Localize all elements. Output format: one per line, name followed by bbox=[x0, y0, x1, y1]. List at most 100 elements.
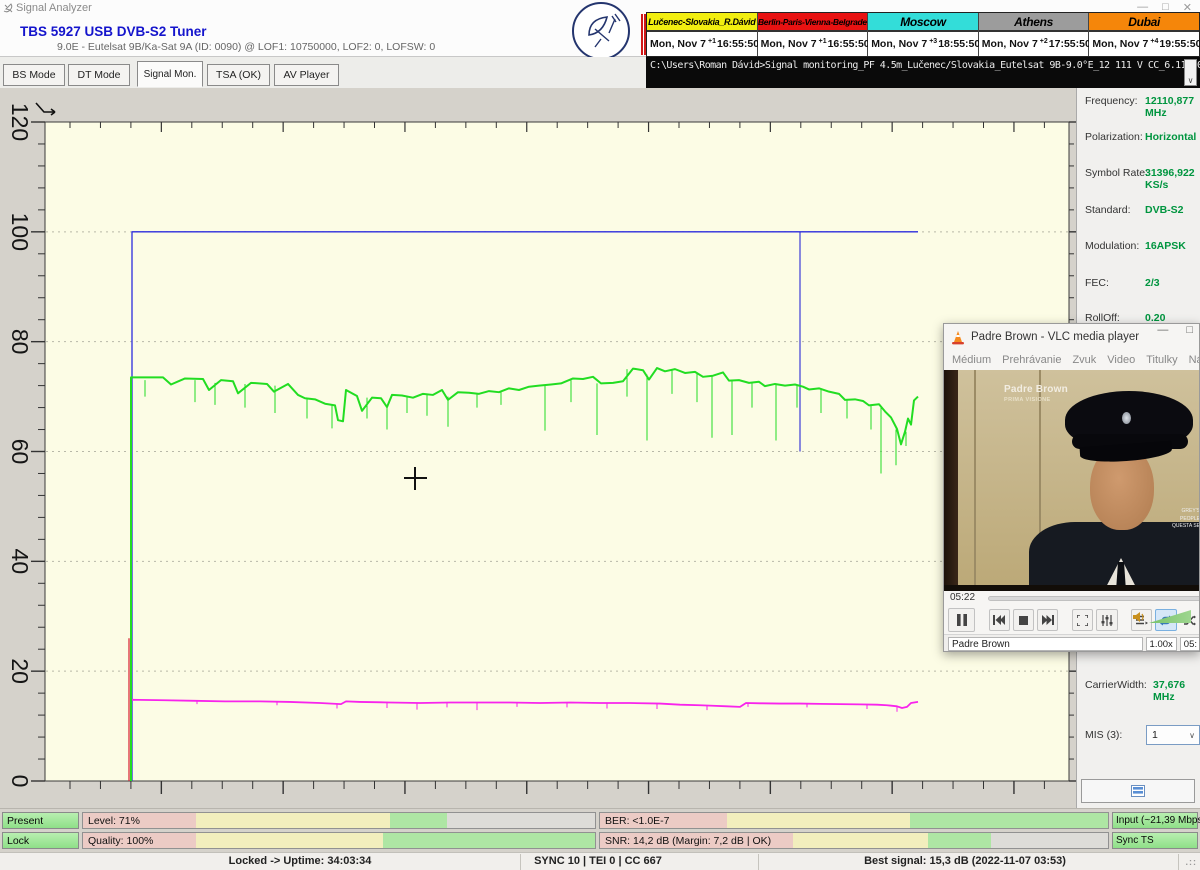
stop-button[interactable] bbox=[1013, 609, 1034, 631]
fullscreen-button[interactable] bbox=[1072, 609, 1093, 631]
vlc-total-time: 05: bbox=[1180, 637, 1200, 651]
level-bar: Level: 71% bbox=[82, 812, 596, 829]
video-cap-badge bbox=[1122, 412, 1131, 424]
menu-video[interactable]: Video bbox=[1107, 354, 1135, 366]
bar-empty bbox=[991, 833, 1108, 848]
signal-chart[interactable]: 020406080100120 bbox=[0, 88, 1080, 810]
svg-text:80: 80 bbox=[7, 329, 33, 355]
info-value: Horizontal bbox=[1145, 131, 1196, 143]
info-row-modulation: Modulation: 16APSK bbox=[1085, 240, 1197, 254]
menu-subtitles[interactable]: Titulky bbox=[1146, 354, 1177, 366]
world-clocks: Lučenec-Slovakia_R.Dávid Mon, Nov 7 +1 1… bbox=[646, 12, 1200, 57]
vlc-cone-icon bbox=[951, 330, 965, 345]
maximize-icon[interactable]: □ bbox=[1186, 324, 1193, 336]
vlc-statusbar: Padre Brown 1.00x 05: bbox=[944, 634, 1200, 652]
skip-forward-icon bbox=[1042, 615, 1054, 625]
menu-audio[interactable]: Zvuk bbox=[1072, 354, 1096, 366]
chevron-down-icon: ∨ bbox=[1189, 731, 1195, 740]
info-value: 16APSK bbox=[1145, 240, 1186, 252]
clock-utc-offset: +2 bbox=[1040, 38, 1048, 45]
tuner-title: TBS 5927 USB DVB-S2 Tuner bbox=[20, 24, 207, 39]
vlc-seek-row: 05:22 bbox=[944, 591, 1200, 606]
crosshair-cursor bbox=[414, 467, 416, 490]
vlc-seek-slider[interactable] bbox=[988, 596, 1200, 601]
equalizer-button[interactable] bbox=[1096, 609, 1117, 631]
tab-av-player[interactable]: AV Player bbox=[274, 64, 339, 86]
tab-signal-mon[interactable]: Signal Mon. bbox=[137, 61, 203, 87]
equalizer-icon bbox=[1101, 615, 1113, 626]
bar-zone bbox=[196, 833, 383, 848]
vlc-menubar: Médium Prehrávanie Zvuk Video Titulky Ná… bbox=[944, 350, 1199, 370]
tab-tsa[interactable]: TSA (OK) bbox=[207, 64, 270, 86]
menu-medium[interactable]: Médium bbox=[952, 354, 991, 366]
menu-tools[interactable]: Nástroje bbox=[1189, 354, 1200, 366]
svg-text:100: 100 bbox=[7, 213, 33, 251]
mis-selected-value: 1 bbox=[1152, 729, 1158, 741]
vlc-playback-rate[interactable]: 1.00x bbox=[1146, 637, 1177, 651]
vlc-window[interactable]: Padre Brown - VLC media player — □ Médiu… bbox=[943, 323, 1200, 652]
snr-bar: SNR: 14,2 dB (Margin: 7,2 dB | OK) bbox=[599, 832, 1109, 849]
statusbar: Locked -> Uptime: 34:03:34 SYNC 10 | TEI… bbox=[0, 852, 1200, 870]
svg-text:120: 120 bbox=[7, 103, 33, 141]
menu-playback[interactable]: Prehrávanie bbox=[1002, 354, 1061, 366]
clock-date: Mon, Nov 7 bbox=[871, 38, 927, 50]
satellite-dish-icon bbox=[572, 2, 630, 60]
clock-time: 16:55:50 bbox=[717, 38, 759, 50]
clock-city-label: Moscow bbox=[868, 13, 978, 32]
mis-dropdown[interactable]: 1 ∨ bbox=[1146, 725, 1200, 745]
resize-grip[interactable]: .:: bbox=[1186, 857, 1198, 867]
video-door-seam bbox=[974, 370, 976, 585]
info-label: Modulation: bbox=[1085, 240, 1139, 252]
video-overlay-title: Padre Brown bbox=[1004, 384, 1068, 395]
clock-time-row: Mon, Nov 7 +2 17:55:50 bbox=[979, 32, 1089, 56]
clock-city-label: Lučenec-Slovakia_R.Dávid bbox=[647, 13, 757, 32]
statusbar-uptime: Locked -> Uptime: 34:03:34 bbox=[150, 855, 450, 867]
mode-tabstrip: BS Mode DT Mode Signal Mon. TSA (OK) AV … bbox=[0, 57, 646, 88]
minimize-icon[interactable]: — bbox=[1157, 324, 1168, 336]
mis-label: MIS (3): bbox=[1085, 729, 1122, 741]
lock-indicator: Lock bbox=[2, 832, 79, 849]
tab-bs-mode[interactable]: BS Mode bbox=[3, 64, 65, 86]
clock-athens: Athens Mon, Nov 7 +2 17:55:50 bbox=[979, 13, 1090, 56]
volume-control[interactable] bbox=[1133, 610, 1191, 623]
volume-slider[interactable] bbox=[1149, 610, 1191, 623]
info-row-frequency: Frequency:12110,877 MHz bbox=[1085, 95, 1197, 109]
fullscreen-icon bbox=[1077, 615, 1088, 626]
statusbar-divider bbox=[520, 854, 521, 870]
info-label: Symbol Rate: bbox=[1085, 167, 1148, 179]
statusbar-divider bbox=[758, 854, 759, 870]
svg-text:60: 60 bbox=[7, 439, 33, 465]
clock-berlin: Berlin-Paris-Vienna-Belgrade Mon, Nov 7 … bbox=[758, 13, 869, 56]
bar-zone bbox=[390, 813, 446, 828]
svg-text:20: 20 bbox=[7, 658, 33, 684]
vlc-video-frame[interactable]: Padre Brown PRIMA VISIONE GREY'S PEOPLE … bbox=[944, 370, 1200, 591]
pause-button[interactable] bbox=[948, 608, 975, 632]
clock-utc-offset: +4 bbox=[1150, 38, 1158, 45]
info-label: Frequency: bbox=[1085, 95, 1138, 107]
sidebar-tool-button[interactable] bbox=[1081, 779, 1195, 803]
info-row-carrierwidth: CarrierWidth:37,676 MHz bbox=[1085, 679, 1197, 693]
present-indicator: Present bbox=[2, 812, 79, 829]
bar-label: BER: <1.0E-7 bbox=[605, 815, 670, 827]
next-button[interactable] bbox=[1037, 609, 1058, 631]
video-overlay-subtitle: PRIMA VISIONE bbox=[1004, 397, 1051, 403]
app-icon bbox=[3, 3, 14, 14]
clock-utc-offset: +1 bbox=[819, 38, 827, 45]
previous-button[interactable] bbox=[989, 609, 1010, 631]
bar-empty bbox=[447, 813, 595, 828]
info-value: 37,676 MHz bbox=[1153, 679, 1197, 703]
statusbar-divider bbox=[1178, 854, 1179, 870]
clock-lucenec: Lučenec-Slovakia_R.Dávid Mon, Nov 7 +1 1… bbox=[647, 13, 758, 56]
vlc-window-buttons: — □ bbox=[1157, 324, 1200, 336]
info-value: DVB-S2 bbox=[1145, 204, 1184, 216]
tab-dt-mode[interactable]: DT Mode bbox=[68, 64, 130, 86]
clock-city-label: Athens bbox=[979, 13, 1089, 32]
bar-zone bbox=[910, 813, 1108, 828]
skip-back-icon bbox=[993, 615, 1005, 625]
info-row-polarization: Polarization:Horizontal bbox=[1085, 131, 1197, 145]
clock-time: 19:55:50 bbox=[1159, 38, 1200, 50]
vlc-titlebar[interactable]: Padre Brown - VLC media player — □ bbox=[944, 324, 1199, 350]
scroll-down-icon[interactable]: ∨ bbox=[1184, 59, 1197, 86]
quality-bar: Quality: 100% bbox=[82, 832, 596, 849]
command-prompt[interactable]: C:\Users\Roman Dávid>Signal monitoring_P… bbox=[646, 57, 1200, 90]
